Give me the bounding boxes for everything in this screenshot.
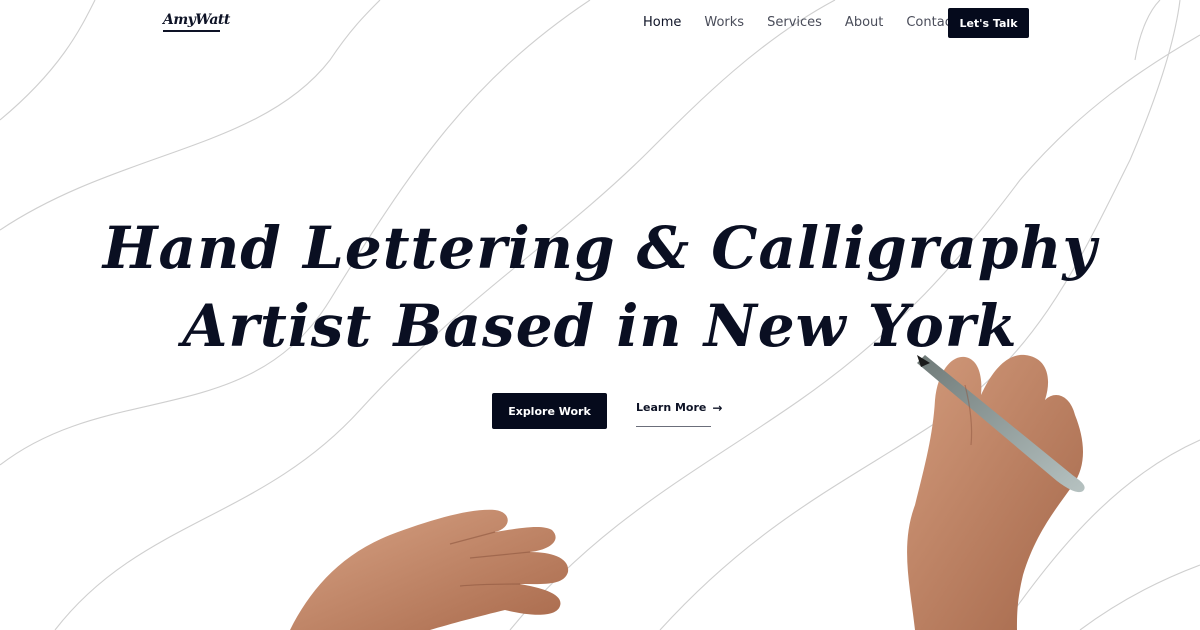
- right-hand-with-pen-image: [907, 354, 1085, 630]
- nav-item-works[interactable]: Works: [704, 15, 744, 30]
- learn-more-label: Learn More: [636, 401, 707, 414]
- logo-underline: [163, 30, 220, 32]
- nav-item-services[interactable]: Services: [767, 15, 822, 30]
- landing-page: AmyWatt Home Works Services About Contac…: [0, 0, 1200, 630]
- nav-menu: Home Works Services About Contact: [643, 15, 980, 30]
- nav-item-about[interactable]: About: [845, 15, 883, 30]
- nav-item-home[interactable]: Home: [643, 15, 681, 30]
- learn-more-link[interactable]: Learn More →: [636, 401, 722, 427]
- left-hand-image: [290, 509, 569, 630]
- top-navigation: AmyWatt Home Works Services About Contac…: [0, 0, 1200, 46]
- arrow-right-icon: →: [712, 401, 723, 415]
- hero-headline-line-1: Hand Lettering & Calligraphy: [102, 214, 1098, 282]
- explore-work-button[interactable]: Explore Work: [492, 393, 607, 429]
- lets-talk-button[interactable]: Let's Talk: [948, 8, 1029, 38]
- brand-logo[interactable]: AmyWatt: [163, 12, 230, 28]
